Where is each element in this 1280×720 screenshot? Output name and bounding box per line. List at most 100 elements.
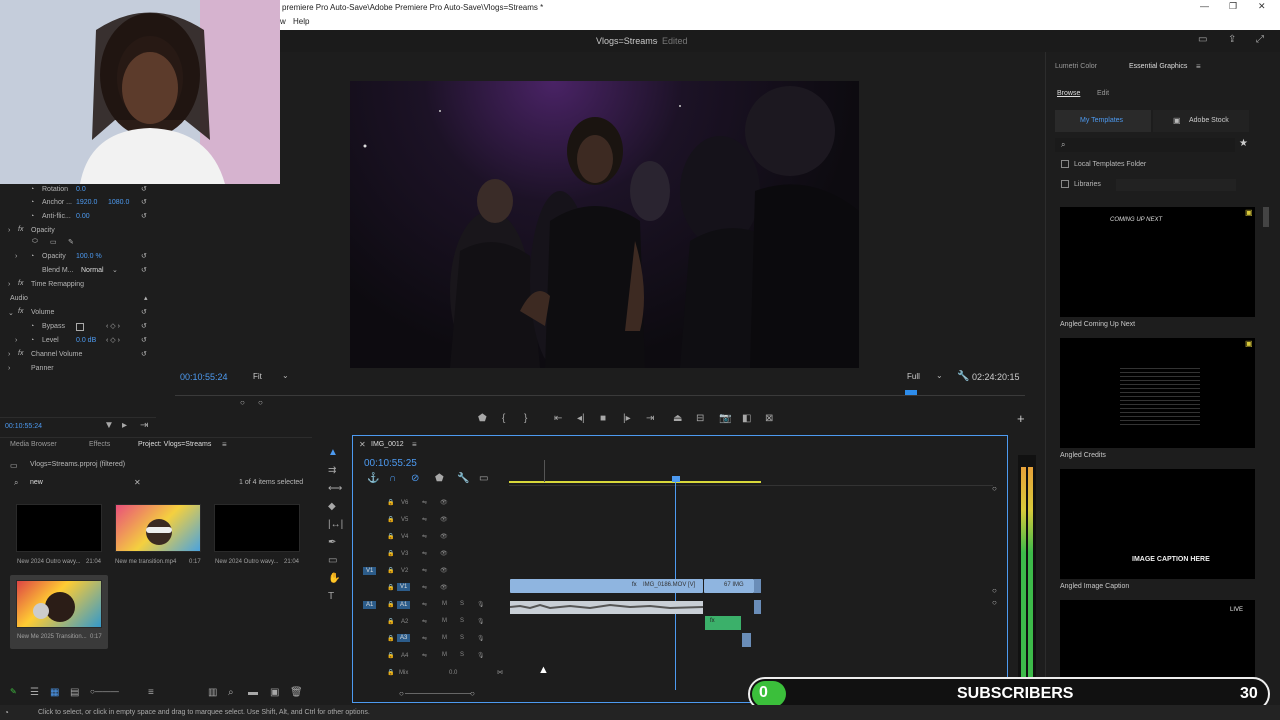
lock-icon[interactable]: 🔒: [387, 584, 394, 591]
lock-icon[interactable]: 🔒: [387, 618, 394, 625]
eye-icon[interactable]: 👁: [440, 516, 448, 523]
zoom-slider-icon[interactable]: ○———: [90, 687, 119, 696]
playback-resolution-dropdown[interactable]: Full: [907, 372, 920, 381]
panner-section[interactable]: Panner: [31, 365, 54, 372]
lock-icon[interactable]: 🔒: [387, 635, 394, 642]
track-label-a4[interactable]: A4: [401, 653, 408, 659]
program-monitor-video[interactable]: [350, 81, 859, 368]
sort-icon[interactable]: ≡: [148, 687, 154, 698]
pen-mask-icon[interactable]: ✎: [68, 238, 74, 246]
snap-icon[interactable]: ∩: [389, 473, 396, 484]
sync-lock-icon[interactable]: ⇋: [422, 516, 427, 523]
track-label-v5[interactable]: V5: [401, 517, 408, 523]
source-patch-v1[interactable]: V1: [363, 567, 377, 575]
local-templates-checkbox[interactable]: [1061, 160, 1069, 168]
zoom-scroll-handle-icon[interactable]: ○: [470, 689, 475, 698]
zoom-handle-icon[interactable]: ○: [258, 398, 263, 407]
keyframe-nav-icon[interactable]: ‹ ◇ ›: [106, 336, 120, 344]
mix-value[interactable]: 0.0: [449, 670, 457, 676]
wrench-icon[interactable]: 🔧: [957, 371, 969, 382]
close-tab-icon[interactable]: ✕: [359, 440, 366, 449]
chevron-down-icon[interactable]: ⌄: [282, 371, 289, 380]
sequence-tab[interactable]: IMG_0012: [371, 441, 404, 448]
zoom-scroll-handle-icon[interactable]: ○: [399, 689, 404, 698]
template-thumbnail[interactable]: LIVE: [1060, 600, 1255, 678]
work-area-bar[interactable]: [509, 481, 761, 483]
go-to-in-icon[interactable]: ⇤: [554, 413, 562, 424]
pan-icon[interactable]: ⋈: [497, 669, 503, 676]
star-icon[interactable]: ★: [1239, 138, 1248, 149]
audio-clip[interactable]: [742, 633, 751, 647]
audio-clip[interactable]: [754, 600, 761, 614]
pencil-icon[interactable]: ✎: [10, 687, 17, 696]
mute-button[interactable]: M: [442, 601, 447, 607]
menu-item-help[interactable]: Help: [293, 17, 309, 26]
stopwatch-icon[interactable]: ◔: [30, 253, 34, 260]
solo-button[interactable]: S: [460, 618, 464, 624]
clear-search-icon[interactable]: ✕: [134, 478, 141, 487]
lock-icon[interactable]: 🔒: [387, 516, 394, 523]
media-thumbnail[interactable]: [16, 580, 102, 628]
trash-icon[interactable]: 🗑: [290, 687, 303, 698]
lock-icon[interactable]: 🔒: [387, 601, 394, 608]
panel-menu-icon[interactable]: ≡: [412, 440, 417, 449]
lock-icon[interactable]: 🔒: [387, 669, 394, 676]
microphone-icon[interactable]: 🎙: [477, 652, 485, 659]
subtab-edit[interactable]: Edit: [1097, 90, 1109, 97]
sync-lock-icon[interactable]: ⇋: [422, 550, 427, 557]
eye-icon[interactable]: 👁: [440, 584, 448, 591]
opacity-section[interactable]: Opacity: [31, 227, 55, 234]
play-audio-icon[interactable]: ▸: [122, 420, 127, 431]
solo-button[interactable]: S: [460, 635, 464, 641]
close-icon[interactable]: ✕: [1258, 1, 1266, 12]
track-select-tool-icon[interactable]: ⇉: [328, 465, 336, 476]
antiflicker-value[interactable]: 0.00: [76, 213, 90, 220]
expand-icon[interactable]: ⌄: [8, 309, 14, 317]
reset-icon[interactable]: ↺: [141, 350, 147, 358]
filter-icon[interactable]: ▼: [104, 420, 114, 431]
panel-menu-icon[interactable]: ≡: [222, 440, 227, 449]
media-item-selected[interactable]: New Me 2025 Transition... 0:17: [10, 575, 108, 649]
chevron-down-icon[interactable]: ⌄: [112, 266, 118, 274]
hand-tool-icon[interactable]: ✋: [328, 573, 340, 584]
video-clip[interactable]: fx IMG_0186.MOV [V]: [510, 579, 703, 593]
my-templates-button[interactable]: My Templates: [1055, 110, 1151, 132]
template-search-input[interactable]: ⌕: [1055, 138, 1235, 152]
reset-icon[interactable]: ↺: [141, 212, 147, 220]
track-label-a2[interactable]: A2: [401, 619, 408, 625]
time-remapping-section[interactable]: Time Remapping: [31, 281, 84, 288]
export-icon[interactable]: ⇥: [140, 420, 148, 431]
eye-icon[interactable]: 👁: [440, 533, 448, 540]
track-label-v4[interactable]: V4: [401, 534, 408, 540]
minimize-icon[interactable]: —: [1200, 1, 1209, 11]
automate-icon[interactable]: ▥: [208, 687, 217, 698]
mute-button[interactable]: M: [442, 652, 447, 658]
reset-icon[interactable]: ↺: [141, 322, 147, 330]
reset-icon[interactable]: ↺: [141, 185, 147, 193]
playhead-handle[interactable]: [672, 476, 680, 482]
volume-section[interactable]: Volume: [31, 309, 54, 316]
step-back-icon[interactable]: ◂|: [577, 413, 585, 424]
tab-lumetri-color[interactable]: Lumetri Color: [1055, 63, 1097, 70]
anchor-y-value[interactable]: 1080.0: [108, 199, 129, 206]
solo-button[interactable]: S: [460, 652, 464, 658]
add-marker-icon[interactable]: ⬟: [435, 473, 444, 484]
mark-out-icon[interactable]: }: [524, 413, 527, 424]
eye-icon[interactable]: 👁: [440, 567, 448, 574]
solo-button[interactable]: S: [460, 601, 464, 607]
libraries-dropdown[interactable]: [1116, 179, 1236, 191]
zoom-fit-dropdown[interactable]: Fit: [253, 372, 262, 381]
scroll-handle-icon[interactable]: ○: [992, 484, 997, 493]
tab-project[interactable]: Project: Vlogs=Streams: [138, 441, 211, 448]
new-bin-icon[interactable]: ▬: [248, 687, 258, 698]
selection-tool-icon[interactable]: ▲: [328, 447, 338, 458]
tab-essential-graphics[interactable]: Essential Graphics: [1129, 63, 1187, 70]
video-clip[interactable]: 67 IMG: [704, 579, 754, 593]
restore-icon[interactable]: ❐: [1229, 1, 1237, 12]
stopwatch-icon[interactable]: ◔: [30, 337, 34, 344]
timeline-timecode[interactable]: 00:10:55:25: [364, 458, 417, 469]
media-thumbnail[interactable]: [214, 504, 300, 552]
insert-overwrite-icon[interactable]: ⚓: [367, 473, 379, 484]
sync-lock-icon[interactable]: ⇋: [422, 601, 427, 608]
rectangle-mask-icon[interactable]: ▭: [50, 238, 57, 246]
